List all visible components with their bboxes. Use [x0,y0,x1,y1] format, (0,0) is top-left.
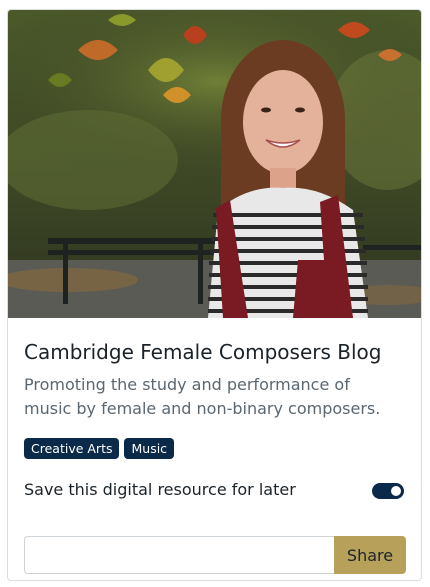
toggle-knob [391,486,401,496]
card-title[interactable]: Cambridge Female Composers Blog [24,340,381,364]
tag-creative-arts[interactable]: Creative Arts [24,438,120,459]
share-button[interactable]: Share [334,536,406,574]
tag-music[interactable]: Music [124,438,175,459]
share-input[interactable] [24,536,334,574]
tag-list: Creative Arts Music [24,438,175,459]
resource-card: Cambridge Female Composers Blog Promotin… [7,9,422,581]
card-description: Promoting the study and performance of m… [24,375,381,418]
photo-illustration [8,10,421,318]
save-for-later-row: Save this digital resource for later [24,478,404,502]
save-for-later-toggle[interactable] [372,483,404,499]
save-for-later-label: Save this digital resource for later [24,480,296,499]
share-row: Share [24,536,406,574]
resource-photo [8,10,421,318]
